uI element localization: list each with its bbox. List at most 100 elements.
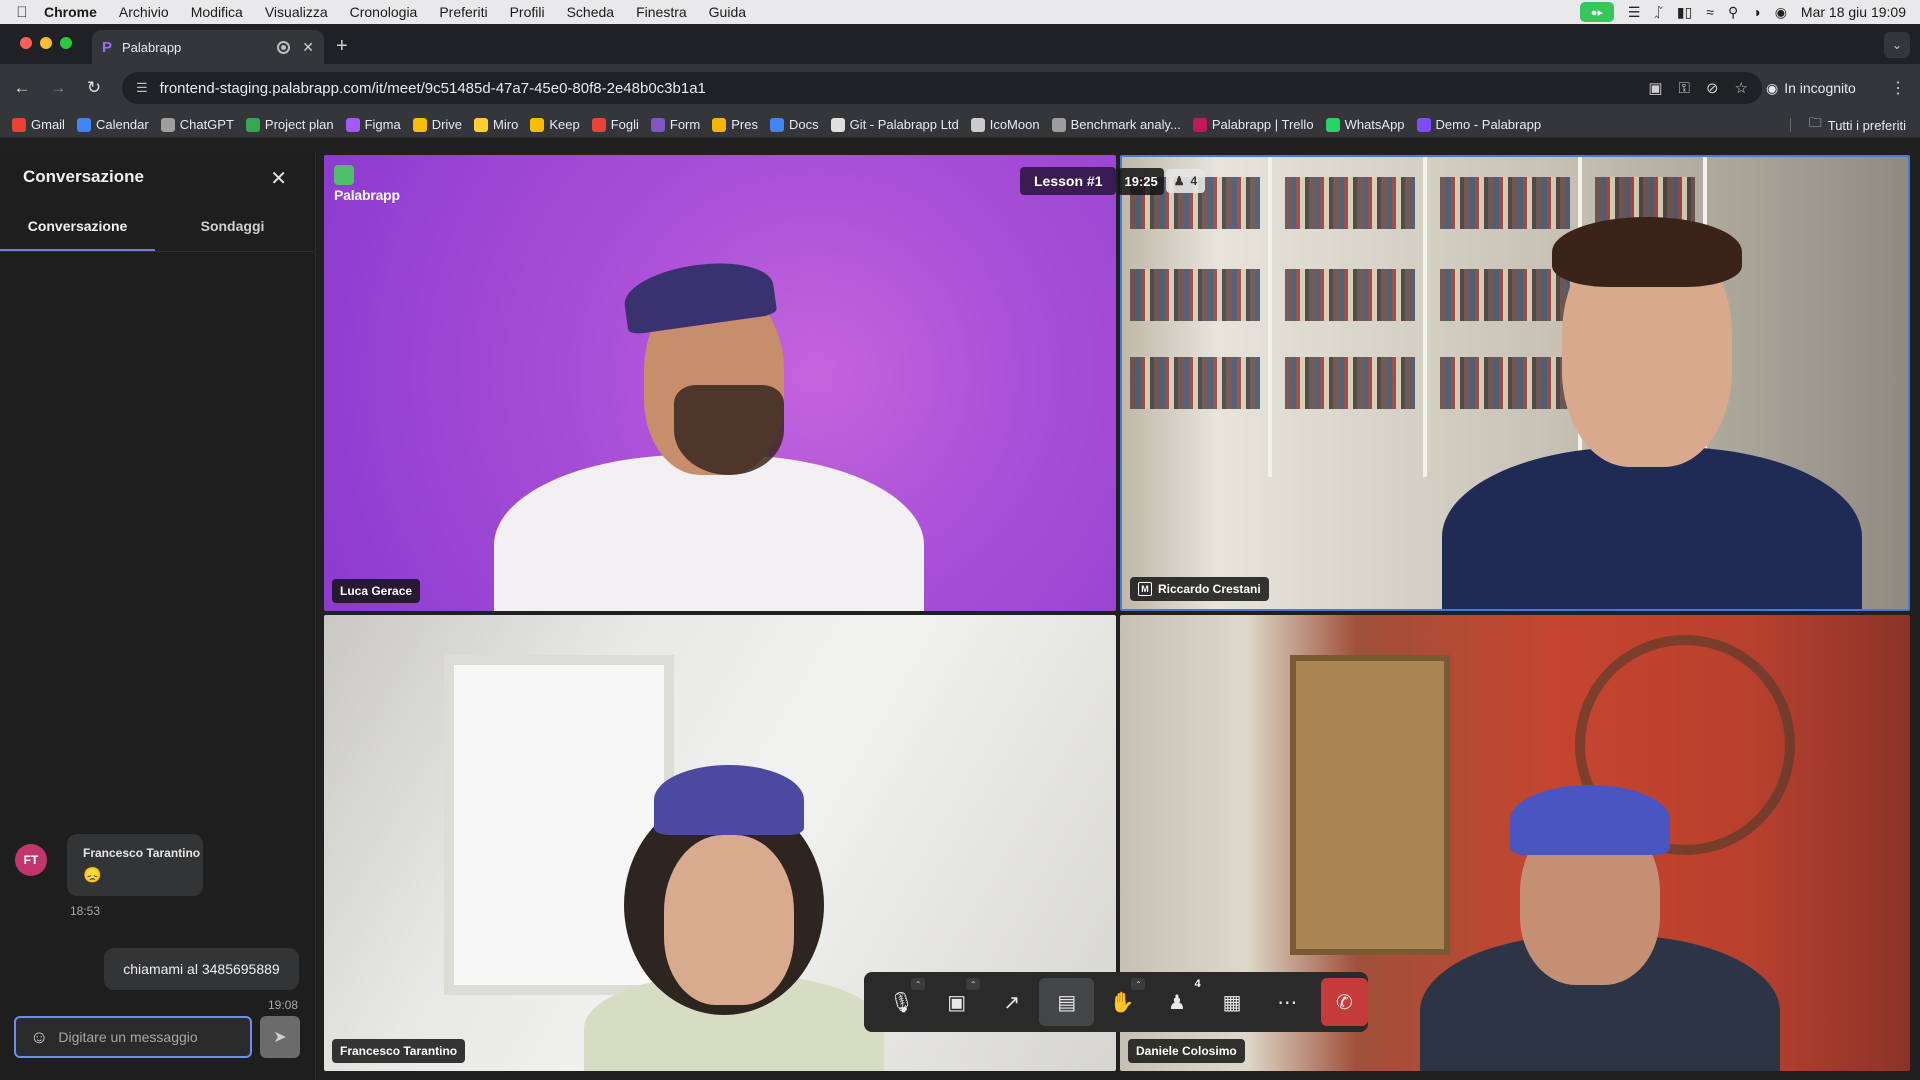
back-button[interactable]: ← [8, 78, 36, 98]
menu-profili[interactable]: Profili [510, 4, 545, 20]
camera-options-chevron-icon[interactable]: ⌃ [966, 978, 981, 990]
phone-hangup-icon: ✆ [1335, 991, 1353, 1014]
close-chat-icon[interactable]: ✕ [270, 166, 287, 191]
bookmark-item[interactable]: WhatsApp [1325, 117, 1405, 132]
bookmark-item[interactable]: Project plan [245, 117, 334, 132]
reactions-chevron-icon[interactable]: ⌃ [1131, 978, 1146, 990]
send-button[interactable]: ➤ [260, 1016, 300, 1058]
menu-modifica[interactable]: Modifica [191, 4, 243, 20]
palabrapp-favicon-icon: P [102, 38, 113, 56]
bookmark-item[interactable]: Miro [474, 117, 518, 132]
message-time-outgoing: 19:08 [267, 998, 298, 1012]
minimize-window-button[interactable] [40, 37, 52, 49]
camera-permission-icon[interactable]: ▣ [1648, 79, 1662, 97]
camera-in-use-icon[interactable]: ●▸ [1579, 2, 1614, 22]
menu-app-chrome[interactable]: Chrome [44, 4, 97, 20]
bookmark-item[interactable]: Calendar [76, 117, 149, 132]
hang-up-button[interactable]: ✆ [1320, 978, 1368, 1026]
share-screen-button[interactable]: ↗ [984, 978, 1039, 1026]
bookmark-label: Project plan [264, 117, 334, 132]
bookmark-label: ChatGPT [179, 117, 234, 132]
menu-preferiti[interactable]: Preferiti [439, 4, 487, 20]
send-icon: ➤ [273, 1029, 287, 1046]
bookmark-item[interactable]: Drive [412, 117, 462, 132]
participants-button[interactable]: ♟ 4 [1149, 978, 1204, 1026]
mic-options-chevron-icon[interactable]: ⌃ [911, 978, 926, 990]
chrome-menu-icon[interactable]: ⋮ [1890, 78, 1906, 98]
message-sender: Francesco Tarantino [83, 846, 201, 860]
bookmark-label: Fogli [610, 117, 639, 132]
menu-finestra[interactable]: Finestra [636, 4, 687, 20]
bookmark-item[interactable]: Palabrapp | Trello [1192, 117, 1314, 132]
bookmark-item[interactable]: Keep [530, 117, 580, 132]
close-tab-icon[interactable]: ✕ [302, 39, 314, 56]
siri-icon[interactable]: ◉ [1775, 4, 1787, 21]
close-window-button[interactable] [20, 37, 32, 49]
window-controls [20, 37, 72, 49]
session-info: Lesson #1 19:25 ♟ 4 [1020, 167, 1206, 195]
bookmark-item[interactable]: IcoMoon [970, 117, 1040, 132]
video-tile-luca[interactable]: Palabrapp Luca Gerace [324, 155, 1116, 611]
raise-hand-button[interactable]: ✋ ⌃ [1094, 978, 1149, 1026]
bookmark-label: Demo - Palabrapp [1435, 117, 1542, 132]
menu-cronologia[interactable]: Cronologia [350, 4, 418, 20]
participant-name-tag: Francesco Tarantino [332, 1039, 466, 1063]
video-tile-riccardo[interactable]: M Riccardo Crestani [1120, 155, 1910, 611]
message-input[interactable]: ☺ Digitare un messaggio [14, 1016, 252, 1058]
site-info-icon[interactable]: ☰ [136, 80, 148, 96]
participants-count[interactable]: ♟ 4 [1165, 169, 1206, 193]
bookmark-item[interactable]: Benchmark analy... [1051, 117, 1181, 132]
spotlight-search-icon[interactable]: ⚲ [1728, 4, 1738, 21]
incognito-indicator[interactable]: ◉ In incognito [1766, 74, 1856, 102]
bookmark-item[interactable]: ChatGPT [160, 117, 234, 132]
control-center-icon[interactable]: ◑ [1752, 4, 1760, 20]
bookmark-item[interactable]: Demo - Palabrapp [1416, 117, 1542, 132]
bookmark-item[interactable]: Git - Palabrapp Ltd [830, 117, 959, 132]
forward-button[interactable]: → [44, 78, 72, 98]
bookmark-item[interactable]: Gmail [12, 117, 65, 132]
bookmark-item[interactable]: Form [650, 117, 700, 132]
layout-grid-button[interactable]: ▦ [1205, 978, 1260, 1026]
tab-palabrapp[interactable]: P Palabrapp ✕ [92, 30, 324, 64]
bookmark-item[interactable]: Pres [712, 117, 758, 132]
bookmark-item[interactable]: Docs [769, 117, 819, 132]
chat-icon: ▤ [1057, 991, 1077, 1014]
menu-visualizza[interactable]: Visualizza [265, 4, 328, 20]
bookmark-label: Miro [493, 117, 519, 132]
bookmark-star-icon[interactable]: ☆ [1735, 79, 1748, 97]
menubar-datetime[interactable]: Mar 18 giu 19:09 [1801, 4, 1906, 20]
menu-guida[interactable]: Guida [709, 4, 746, 20]
bookmark-label: Keep [549, 117, 580, 132]
logo-text: Palabrapp [334, 187, 400, 203]
wifi-icon[interactable]: ≈ [1706, 4, 1714, 20]
address-bar[interactable]: ☰ frontend-staging.palabrapp.com/it/meet… [122, 72, 1762, 104]
menu-archivio[interactable]: Archivio [119, 4, 169, 20]
password-key-icon[interactable]: ⚿ [1679, 80, 1690, 97]
bookmark-item[interactable]: Figma [345, 117, 401, 132]
url-text[interactable]: frontend-staging.palabrapp.com/it/meet/9… [160, 80, 706, 97]
bluetooth-icon[interactable]: ᛢ [1654, 4, 1662, 20]
menu-scheda[interactable]: Scheda [567, 4, 614, 20]
reload-button[interactable]: ↻ [80, 78, 108, 98]
bookmark-favicon-icon [591, 117, 606, 132]
emoji-picker-icon[interactable]: ☺ [30, 1027, 48, 1048]
chat-toggle-button[interactable]: ▤ [1039, 978, 1095, 1026]
chat-title: Conversazione [23, 167, 144, 186]
all-bookmarks-button[interactable]: 🗀 Tutti i preferiti [1809, 112, 1906, 138]
folder-icon: 🗀 [1808, 115, 1822, 130]
participants-badge: 4 [1194, 978, 1201, 990]
control-icon[interactable]: ☰ [1628, 4, 1641, 21]
tracking-protection-icon[interactable]: ⊘ [1706, 79, 1719, 97]
tab-sondaggi[interactable]: Sondaggi [155, 202, 310, 251]
new-tab-button[interactable]: + [336, 35, 348, 58]
battery-icon[interactable]: ▮▯ [1677, 4, 1692, 21]
apple-icon[interactable]:  [0, 4, 44, 21]
more-options-button[interactable]: ⋯ [1260, 978, 1315, 1026]
camera-button[interactable]: ▣ ⌃ [929, 978, 984, 1026]
microphone-button[interactable]: 🎙 ⌃ [874, 978, 929, 1026]
bookmark-item[interactable]: Fogli [591, 117, 639, 132]
zoom-window-button[interactable] [60, 37, 72, 49]
tab-conversazione[interactable]: Conversazione [0, 202, 155, 251]
bookmark-label: Palabrapp | Trello [1211, 117, 1314, 132]
tab-search-button[interactable]: ⌄ [1884, 32, 1910, 58]
